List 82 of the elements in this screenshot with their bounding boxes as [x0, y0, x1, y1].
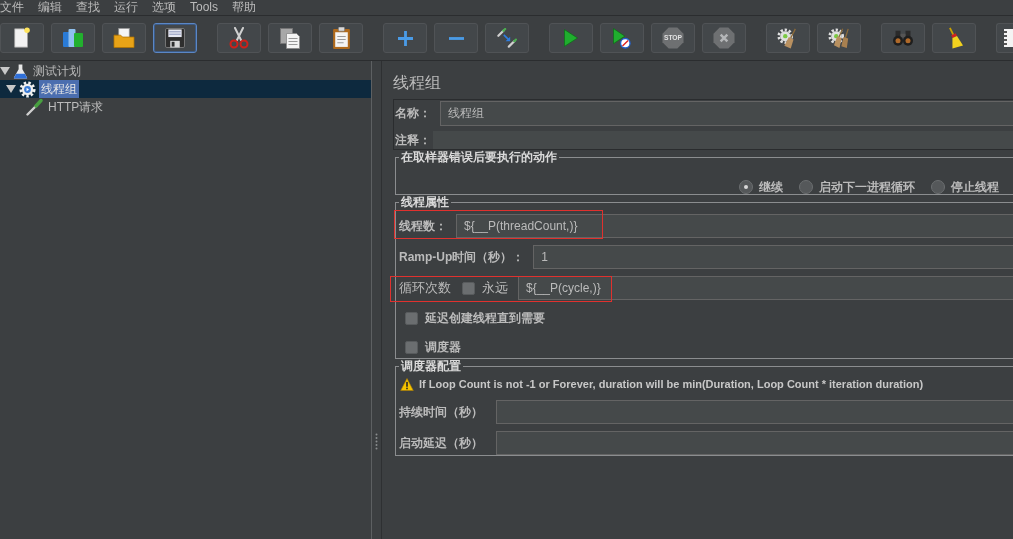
- expand-button[interactable]: [383, 23, 427, 53]
- scissors-icon: [229, 27, 249, 49]
- field-label: 持续时间（秒）: [399, 403, 484, 421]
- binoculars-icon: [892, 30, 914, 46]
- text-field[interactable]: 1: [533, 245, 1013, 269]
- tree-item[interactable]: HTTP请求: [0, 98, 371, 116]
- open-button[interactable]: [102, 23, 146, 53]
- text-field[interactable]: 线程组: [440, 101, 1013, 126]
- gear-brooms-icon: [828, 27, 850, 49]
- save-button[interactable]: [153, 23, 197, 53]
- folder-icon: [113, 28, 135, 48]
- paste-button[interactable]: [319, 23, 363, 53]
- checkbox-label[interactable]: 延迟创建线程直到需要: [425, 309, 545, 327]
- text-field[interactable]: [496, 431, 1013, 455]
- gear-icon: [19, 80, 36, 98]
- flask-icon: [13, 63, 28, 79]
- books-icon: [62, 28, 84, 48]
- new-button[interactable]: [0, 23, 44, 53]
- panel-title: 线程组: [393, 73, 442, 93]
- menu-item[interactable]: 运行: [107, 0, 145, 15]
- copy-icon: [280, 27, 300, 49]
- text-field[interactable]: ${__P(cycle,)}: [518, 276, 1013, 300]
- menu-item[interactable]: 选项: [145, 0, 183, 15]
- cut-button[interactable]: [217, 23, 261, 53]
- group-title: 线程属性: [400, 195, 450, 209]
- pipette-icon: [25, 98, 43, 116]
- field-label: 循环次数: [399, 279, 451, 297]
- radio-label[interactable]: 继续: [759, 178, 783, 196]
- pens-arrow-icon: [497, 28, 517, 48]
- warning-icon: [400, 377, 414, 391]
- radio-button[interactable]: [931, 180, 945, 194]
- checkbox[interactable]: [462, 281, 475, 295]
- gear-broom-icon: [777, 27, 799, 49]
- text-field[interactable]: [433, 131, 1013, 149]
- radio-label[interactable]: 启动下一进程循环: [819, 178, 915, 196]
- document-icon: [12, 27, 32, 49]
- field-label: 启动延迟（秒）: [399, 434, 484, 452]
- templates-button[interactable]: [51, 23, 95, 53]
- warning-text: If Loop Count is not -1 or Forever, duration will be min(Duration, Loop Count * iteration duration): [419, 378, 924, 390]
- play-icon: [564, 28, 578, 48]
- radio-label[interactable]: 停止线程: [951, 178, 999, 196]
- checkbox-label[interactable]: 调度器: [425, 338, 461, 356]
- clear-all-button[interactable]: [817, 23, 861, 53]
- menu-item[interactable]: 帮助: [225, 0, 263, 15]
- checkbox[interactable]: [405, 340, 418, 354]
- save-icon: [165, 28, 185, 48]
- text-field[interactable]: [496, 400, 1013, 424]
- tree-item[interactable]: 测试计划: [0, 62, 371, 80]
- minus-icon: [448, 36, 464, 40]
- list-icon: [1004, 28, 1013, 48]
- tree-item[interactable]: 线程组: [0, 80, 371, 98]
- start-no-pauses-button[interactable]: [600, 23, 644, 53]
- field-label: 注释：: [395, 131, 432, 149]
- field-label: 线程数：: [399, 217, 447, 235]
- plus-icon: [397, 30, 413, 46]
- toggle-button[interactable]: [485, 23, 529, 53]
- start-button[interactable]: [549, 23, 593, 53]
- text-field[interactable]: ${__P(threadCount,)}: [456, 214, 1013, 238]
- reset-search-button[interactable]: [932, 23, 976, 53]
- collapse-button[interactable]: [434, 23, 478, 53]
- checkbox[interactable]: [405, 311, 418, 325]
- clear-button[interactable]: [766, 23, 810, 53]
- menu-item[interactable]: 查找: [69, 0, 107, 15]
- copy-button[interactable]: [268, 23, 312, 53]
- menu-item[interactable]: Tools: [183, 0, 225, 15]
- radio-button[interactable]: [739, 180, 753, 194]
- play-badge-icon: [613, 27, 631, 49]
- search-button[interactable]: [881, 23, 925, 53]
- clipboard-icon: [332, 27, 350, 49]
- menu-item[interactable]: 文件: [0, 0, 31, 15]
- field-label: 名称：: [395, 105, 432, 122]
- grip-icon[interactable]: [375, 433, 378, 450]
- group-title: 在取样器错误后要执行的动作: [400, 150, 558, 164]
- checkbox-label[interactable]: 永远: [482, 279, 508, 297]
- menu-item[interactable]: 编辑: [31, 0, 69, 15]
- group-title: 调度器配置: [400, 359, 462, 373]
- collapse-triangle-icon[interactable]: [6, 85, 16, 93]
- toolbar-button[interactable]: [996, 23, 1013, 53]
- octagon-x-icon: [713, 27, 735, 49]
- field-label: Ramp-Up时间（秒）：: [399, 248, 525, 266]
- radio-button[interactable]: [799, 180, 813, 194]
- collapse-triangle-icon[interactable]: [0, 67, 10, 75]
